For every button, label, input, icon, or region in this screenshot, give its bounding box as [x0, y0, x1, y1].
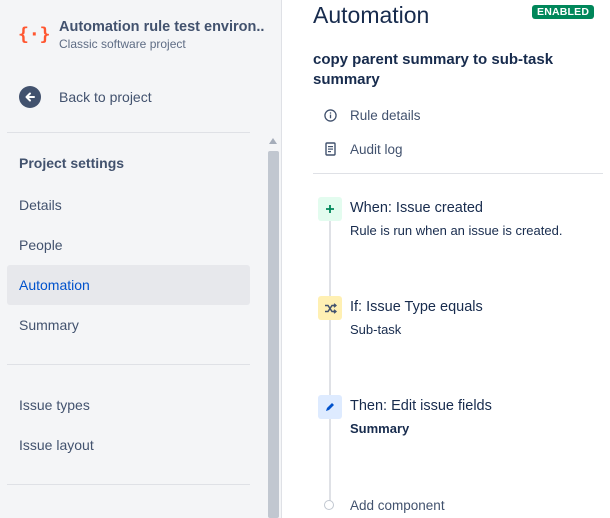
sidebar: {·} Automation rule test environ... Clas… — [0, 0, 282, 518]
add-component-dot[interactable] — [324, 500, 334, 510]
add-component-button[interactable]: Add component — [350, 498, 445, 513]
back-to-project-label: Back to project — [59, 89, 152, 105]
sidebar-item-automation[interactable]: Automation — [7, 265, 250, 305]
document-icon — [323, 142, 337, 156]
project-code-icon: {·} — [18, 24, 51, 45]
project-header[interactable]: {·} Automation rule test environ... Clas… — [0, 0, 282, 70]
sidebar-divider — [7, 484, 250, 485]
component-subtitle: Sub-task — [350, 322, 402, 337]
component-subtitle: Summary — [350, 421, 410, 436]
rule-details-label: Rule details — [350, 107, 421, 123]
component-subtitle: Rule is run when an issue is created. — [350, 223, 563, 238]
audit-log-label: Audit log — [350, 141, 403, 157]
main-divider — [313, 173, 603, 174]
project-name: Automation rule test environ... — [59, 19, 264, 35]
sidebar-item-label: Issue types — [19, 397, 90, 413]
pencil-icon — [318, 395, 342, 419]
sidebar-item-details[interactable]: Details — [7, 185, 250, 225]
scrollbar-thumb[interactable] — [268, 151, 279, 518]
arrow-left-icon — [19, 86, 41, 108]
rule-details-link[interactable]: Rule details — [323, 105, 421, 125]
scroll-up-arrow-icon[interactable] — [269, 138, 277, 144]
rule-name: copy parent summary to sub-task summary — [313, 51, 554, 88]
sidebar-item-label: Details — [19, 197, 62, 213]
project-type: Classic software project — [59, 37, 186, 51]
sidebar-divider — [7, 132, 250, 133]
main-content: Automation ENABLED copy parent summary t… — [282, 0, 610, 518]
sidebar-item-issue-types[interactable]: Issue types — [7, 385, 250, 425]
sidebar-item-label: Issue layout — [19, 437, 94, 453]
shuffle-icon — [318, 296, 342, 320]
sidebar-item-label: Summary — [19, 317, 79, 333]
status-badge[interactable]: ENABLED — [532, 5, 595, 19]
sidebar-item-label: People — [19, 237, 63, 253]
back-to-project-link[interactable]: Back to project — [19, 84, 259, 110]
component-title: Then: Edit issue fields — [350, 398, 492, 414]
audit-log-link[interactable]: Audit log — [323, 139, 403, 159]
page-title: Automation — [313, 2, 430, 28]
sidebar-item-people[interactable]: People — [7, 225, 250, 265]
info-icon — [323, 108, 337, 122]
sidebar-item-label: Automation — [19, 277, 90, 293]
component-title: If: Issue Type equals — [350, 299, 483, 315]
section-title: Project settings — [19, 155, 125, 171]
sidebar-item-summary[interactable]: Summary — [7, 305, 250, 345]
timeline-line — [329, 214, 331, 502]
plus-icon — [318, 197, 342, 221]
component-title: When: Issue created — [350, 200, 483, 216]
sidebar-item-issue-layout[interactable]: Issue layout — [7, 425, 250, 465]
sidebar-scrollbar[interactable] — [266, 135, 281, 518]
sidebar-divider — [7, 364, 250, 365]
